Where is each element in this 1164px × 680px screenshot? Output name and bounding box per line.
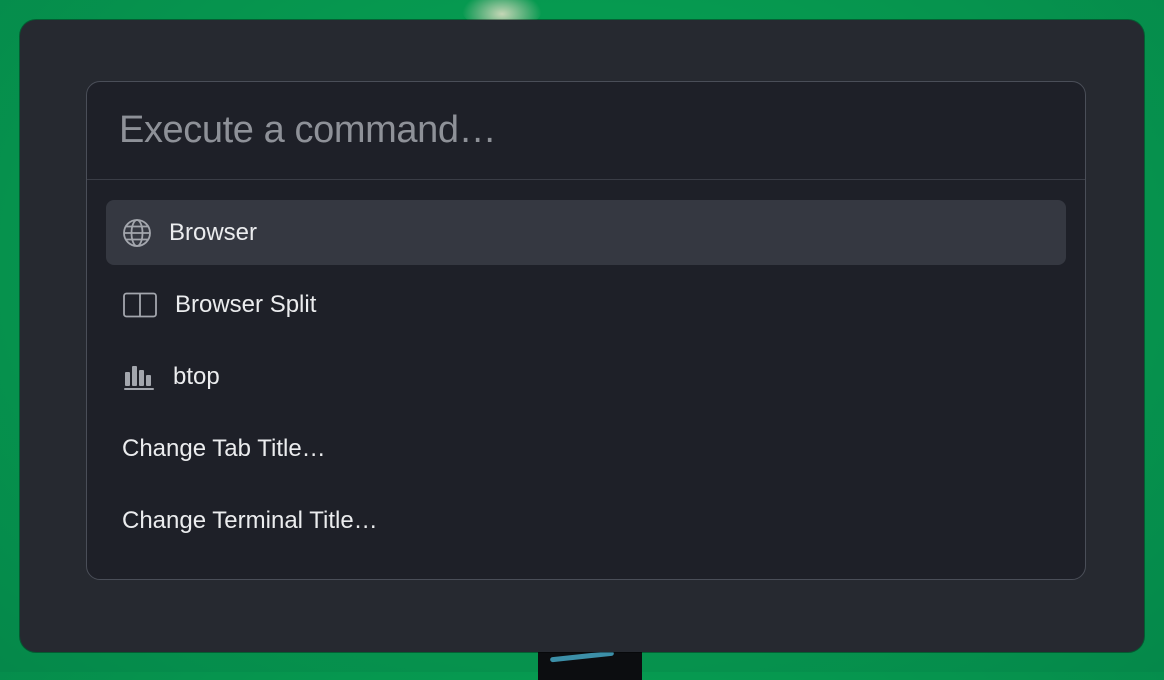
command-item-btop[interactable]: btop [106, 344, 1066, 409]
command-search-input[interactable] [87, 82, 1085, 179]
command-item-browser[interactable]: Browser [106, 200, 1066, 265]
command-palette: Browser Browser Split [86, 81, 1086, 580]
command-item-label: Browser Split [175, 290, 317, 318]
command-item-change-terminal-title[interactable]: Change Terminal Title… [106, 488, 1066, 553]
command-item-change-tab-title[interactable]: Change Tab Title… [106, 416, 1066, 481]
command-results-list: Browser Browser Split btop Change Tab Ti… [87, 180, 1085, 553]
command-item-label: Change Terminal Title… [122, 506, 378, 534]
terminal-window: Browser Browser Split [20, 20, 1144, 652]
bar-chart-icon [122, 362, 156, 392]
command-item-browser-split[interactable]: Browser Split [106, 272, 1066, 337]
globe-icon [122, 218, 152, 248]
split-view-icon [122, 290, 158, 320]
command-item-label: btop [173, 362, 220, 390]
command-item-label: Browser [169, 218, 258, 246]
command-item-label: Change Tab Title… [122, 434, 326, 462]
